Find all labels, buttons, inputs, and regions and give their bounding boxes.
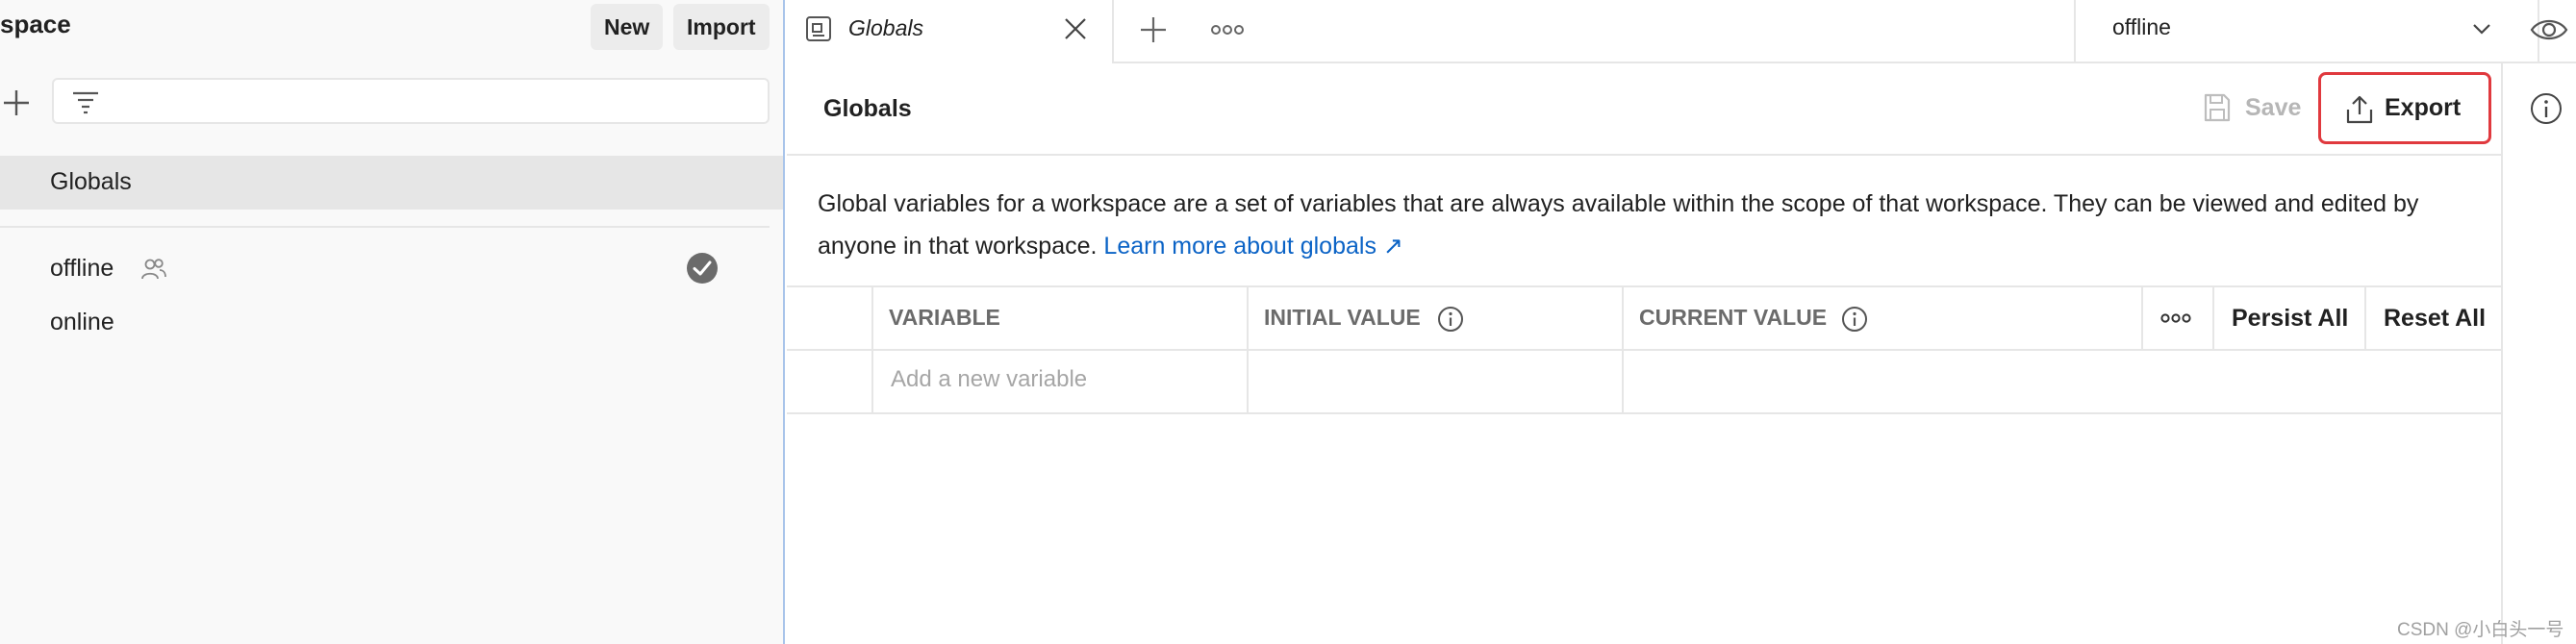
sidebar-item-globals[interactable]: Globals: [0, 156, 783, 210]
divider: [787, 154, 2501, 156]
column-divider: [2212, 285, 2214, 349]
description-text: Global variables for a workspace are a s…: [818, 190, 2419, 260]
column-header-current-value: CURRENT VALUE: [1639, 305, 1828, 330]
new-tab-icon[interactable]: [1137, 13, 1170, 46]
active-check-icon[interactable]: [686, 252, 719, 285]
environment-item-offline[interactable]: offline: [50, 255, 114, 283]
environment-item-online[interactable]: online: [50, 309, 114, 336]
tab-label: Globals: [848, 15, 923, 40]
learn-more-link[interactable]: Learn more about globals ↗: [1103, 233, 1402, 260]
persist-all-button[interactable]: Persist All: [2232, 305, 2348, 333]
column-divider: [2364, 285, 2366, 349]
save-icon: [2204, 93, 2231, 122]
eye-icon[interactable]: [2530, 12, 2568, 48]
info-icon[interactable]: [2530, 92, 2563, 125]
export-label: Export: [2385, 94, 2462, 121]
export-icon: [2346, 95, 2373, 124]
tab-bar: Globals offline: [787, 0, 2576, 63]
watermark: CSDN @小白头一号: [2397, 620, 2564, 640]
column-header-variable: VARIABLE: [889, 305, 1000, 330]
import-button[interactable]: Import: [673, 4, 770, 50]
team-icon: [141, 259, 166, 280]
tab-globals[interactable]: Globals: [787, 0, 1114, 63]
more-tabs-icon[interactable]: [1208, 13, 1247, 46]
sidebar-item-label: Globals: [50, 168, 132, 195]
environment-selector[interactable]: offline: [2074, 0, 2539, 63]
table-border: [787, 412, 2501, 414]
export-button[interactable]: Export: [2318, 72, 2491, 144]
table-border: [787, 349, 2501, 351]
add-variable-input[interactable]: Add a new variable: [891, 366, 1087, 393]
chevron-down-icon: [2473, 24, 2490, 35]
add-icon[interactable]: [0, 87, 33, 119]
more-options-icon[interactable]: [2159, 307, 2193, 330]
table-border: [787, 285, 2501, 287]
variables-table: VARIABLE INITIAL VALUE CURRENT VALUE Per…: [787, 285, 2501, 414]
new-button[interactable]: New: [591, 4, 664, 50]
filter-icon[interactable]: [71, 89, 100, 114]
sidebar: space New Import Globals offline online: [0, 0, 785, 644]
workspace-title: space: [0, 10, 71, 38]
selected-environment: offline: [2112, 14, 2171, 39]
globals-tab-icon: [806, 16, 831, 41]
page-title: Globals: [823, 95, 912, 122]
filter-input[interactable]: [52, 78, 770, 124]
column-divider: [1622, 285, 1624, 414]
column-divider: [871, 285, 873, 414]
column-divider: [2141, 285, 2143, 349]
info-icon[interactable]: [1437, 306, 1464, 333]
divider: [0, 226, 770, 228]
description: Global variables for a workspace are a s…: [818, 183, 2482, 267]
column-divider: [1247, 285, 1249, 414]
column-header-initial-value: INITIAL VALUE: [1264, 305, 1421, 330]
reset-all-button[interactable]: Reset All: [2384, 305, 2486, 333]
save-label: Save: [2245, 94, 2302, 121]
close-icon[interactable]: [1062, 15, 1089, 42]
info-icon[interactable]: [1841, 306, 1868, 333]
right-rail-divider: [2501, 63, 2503, 644]
